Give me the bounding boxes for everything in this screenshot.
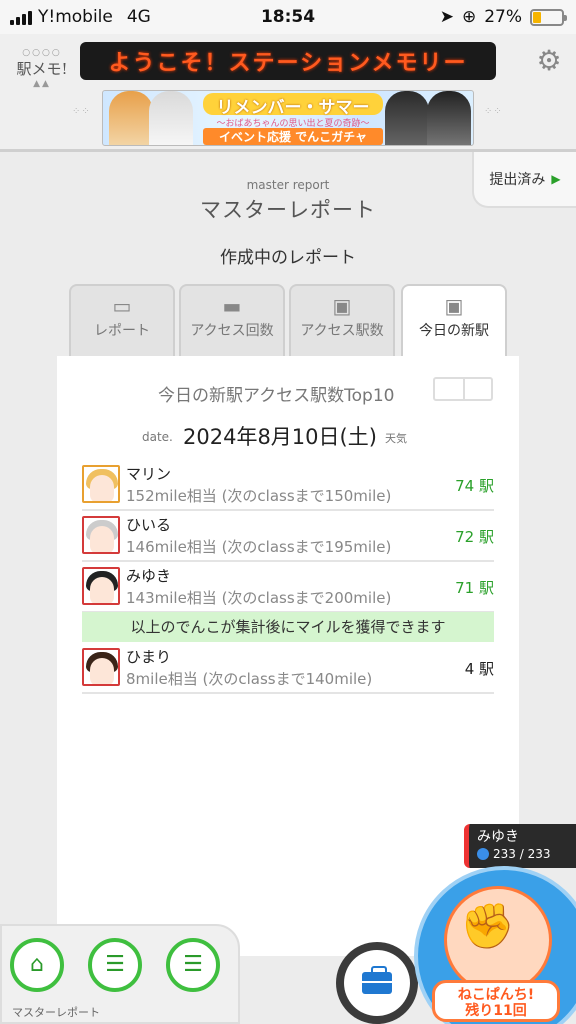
banner-character (427, 91, 471, 145)
punch-title: ねこぱんち! (457, 987, 535, 1003)
home-icon: ⌂ (30, 952, 44, 977)
gear-icon[interactable]: ⚙ (534, 46, 564, 76)
date-value: 2024年8月10日(土) (183, 425, 377, 449)
briefcase-icon (362, 966, 392, 994)
tab-access-stations[interactable]: ▣ アクセス駅数 (289, 284, 395, 356)
tab-new-stations[interactable]: ▣ 今日の新駅 (401, 284, 507, 358)
mile-info: 152mile相当 (次のclassまで150mile) (126, 487, 392, 505)
denko-name: みゆき (477, 829, 519, 845)
rotation-lock-icon: ⊕ (461, 7, 477, 27)
speaker-icon: ⁘⁘ (72, 106, 91, 117)
new-train-icon: ▣ (444, 294, 464, 318)
date-label: date. (142, 430, 173, 444)
status-bar: Y!mobile 4G 18:54 ➤ ⊕ 27% (0, 0, 576, 34)
battery-percent: 27% (484, 7, 522, 27)
current-page-label: マスターレポート (12, 1006, 100, 1019)
bottom-nav: ⌂ ☰ ☰ マスターレポート (0, 924, 240, 1024)
banner-cta: イベント応援 でんこガチャ (203, 128, 383, 145)
tab-access-count[interactable]: ▬ アクセス回数 (179, 284, 285, 356)
station-count: 4 駅 (464, 660, 494, 678)
punch-remaining: 残り11回 (465, 1003, 527, 1019)
station-count: 72 駅 (455, 528, 494, 546)
card-icon: ▬ (222, 294, 242, 318)
cat-icon: ✊ (460, 901, 515, 952)
tab-label: レポート (94, 323, 150, 339)
briefcase-button[interactable] (336, 942, 418, 1024)
report-list-button[interactable]: ☰ (88, 938, 142, 992)
train-list-icon: ☰ (183, 952, 203, 977)
mile-info: 146mile相当 (次のclassまで195mile) (126, 538, 392, 556)
current-denko-card[interactable]: みゆき 233 / 233 (464, 824, 576, 868)
ranking-row[interactable]: みゆき 143mile相当 (次のclassまで200mile) 71 駅 (82, 563, 494, 613)
banner-character (149, 91, 193, 145)
tab-label: アクセス駅数 (300, 323, 384, 339)
ranking-row[interactable]: ひいる 146mile相当 (次のclassまで195mile) 72 駅 (82, 512, 494, 562)
view-toggle[interactable] (433, 377, 493, 401)
banner-character (109, 91, 153, 145)
welcome-marquee: ようこそ！ステーションメモリー (80, 42, 496, 80)
banner-title: リメンバー・サマー (203, 93, 383, 118)
punch-label: ねこぱんち! 残り11回 (432, 980, 560, 1022)
denko-name: みゆき (126, 567, 172, 585)
home-button[interactable]: ⌂ (10, 938, 64, 992)
app-logo: ○○○○ 駅メモ! ▲▲ (12, 48, 72, 96)
mile-notice: 以上のでんこが集計後にマイルを獲得できます (82, 612, 494, 642)
station-count: 74 駅 (455, 477, 494, 495)
banner-character (385, 91, 429, 145)
status-right: ➤ ⊕ 27% (439, 7, 567, 27)
tab-label: 今日の新駅 (419, 323, 489, 339)
mile-info: 143mile相当 (次のclassまで200mile) (126, 589, 392, 607)
event-banner[interactable]: リメンバー・サマー 〜おばあちゃんの思い出と夏の奇跡〜 イベント応援 でんこガチ… (102, 90, 474, 146)
station-list-button[interactable]: ☰ (166, 938, 220, 992)
ranking-row[interactable]: マリン 152mile相当 (次のclassまで150mile) 74 駅 (82, 461, 494, 511)
logo-text: 駅メモ! (16, 60, 68, 78)
ranking-row[interactable]: ひまり 8mile相当 (次のclassまで140mile) 4 駅 (82, 644, 494, 694)
section-title: 作成中のレポート (220, 248, 356, 268)
page-subtitle: master report (246, 178, 330, 192)
avatar (82, 465, 120, 503)
document-icon: ▭ (112, 294, 132, 318)
denko-name: ひまり (126, 648, 172, 666)
avatar (82, 567, 120, 605)
speaker-icon: ⁘⁘ (484, 106, 503, 117)
denko-name: マリン (126, 465, 172, 483)
station-count: 71 駅 (455, 579, 494, 597)
weather-label: 天気 (385, 432, 407, 445)
report-tabs: ▭ レポート ▬ アクセス回数 ▣ アクセス駅数 ▣ 今日の新駅 (69, 284, 507, 358)
hp-display: 233 / 233 (477, 847, 550, 861)
list-icon: ☰ (105, 952, 125, 977)
train-icon: ▣ (332, 294, 352, 318)
location-arrow-icon: ➤ (439, 7, 454, 27)
mile-info: 8mile相当 (次のclassまで140mile) (126, 670, 373, 688)
hp-icon (477, 848, 489, 860)
avatar (82, 648, 120, 686)
hp-value: 233 / 233 (493, 847, 551, 861)
avatar (82, 516, 120, 554)
battery-icon (530, 8, 567, 26)
denko-name: ひいる (126, 516, 172, 534)
page-title: マスターレポート (200, 198, 376, 222)
tab-label: アクセス回数 (190, 323, 274, 339)
ranking-heading: 今日の新駅アクセス駅数Top10 (158, 386, 395, 406)
tab-report[interactable]: ▭ レポート (69, 284, 175, 356)
app-header: ○○○○ 駅メモ! ▲▲ ようこそ！ステーションメモリー ⚙ ⁘⁘ ⁘⁘ リメン… (0, 34, 576, 152)
